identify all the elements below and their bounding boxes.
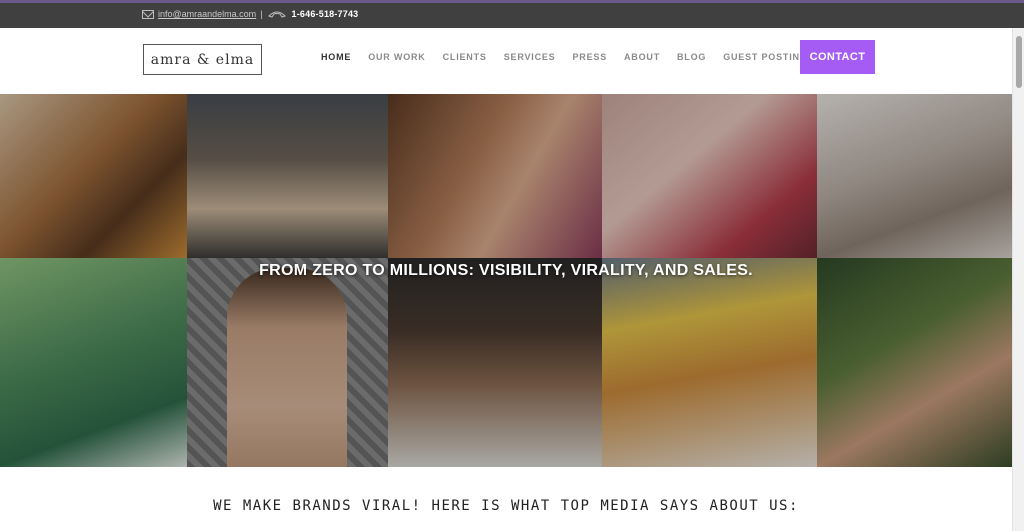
nav-blog[interactable]: BLOG bbox=[677, 52, 706, 62]
hero-title: FROM ZERO TO MILLIONS: VISIBILITY, VIRAL… bbox=[259, 262, 753, 279]
photo-woman-closeup bbox=[602, 94, 817, 258]
nav-clients[interactable]: CLIENTS bbox=[443, 52, 487, 62]
nav-press[interactable]: PRESS bbox=[572, 52, 607, 62]
contact-button[interactable]: CONTACT bbox=[800, 40, 875, 74]
photo-tennis-player bbox=[0, 258, 187, 467]
scrollbar-thumb[interactable] bbox=[1016, 36, 1022, 88]
site-header: amra & elma HOME OUR WORK CLIENTS SERVIC… bbox=[0, 28, 1012, 94]
main-nav: HOME OUR WORK CLIENTS SERVICES PRESS ABO… bbox=[321, 52, 825, 62]
photo-man-hat bbox=[388, 258, 602, 467]
photo-fashion-duo bbox=[0, 94, 187, 258]
nav-about[interactable]: ABOUT bbox=[624, 52, 660, 62]
nav-home[interactable]: HOME bbox=[321, 52, 351, 62]
photo-woman-lipgloss bbox=[388, 94, 602, 258]
phone-number[interactable]: 1-646-518-7743 bbox=[292, 9, 359, 19]
nav-our-work[interactable]: OUR WORK bbox=[368, 52, 425, 62]
page-scrollbar[interactable] bbox=[1012, 28, 1024, 531]
nav-services[interactable]: SERVICES bbox=[504, 52, 556, 62]
nav-guest-posting[interactable]: GUEST POSTING bbox=[723, 52, 807, 62]
email-link[interactable]: info@amraandelma.com bbox=[158, 9, 256, 19]
photo-power-up-products bbox=[602, 258, 817, 467]
photo-man-suit bbox=[187, 94, 388, 258]
top-contact-bar: info@amraandelma.com | 1-646-518-7743 bbox=[0, 0, 1024, 28]
contact-info: info@amraandelma.com | 1-646-518-7743 bbox=[142, 9, 358, 19]
mail-icon bbox=[142, 9, 154, 19]
photo-woman-skincare bbox=[817, 258, 1012, 467]
hero-collage: FROM ZERO TO MILLIONS: VISIBILITY, VIRAL… bbox=[0, 94, 1012, 467]
site-logo[interactable]: amra & elma bbox=[143, 44, 262, 75]
photo-woman-chocolate bbox=[817, 94, 1012, 258]
media-section-heading: WE MAKE BRANDS VIRAL! HERE IS WHAT TOP M… bbox=[213, 498, 799, 514]
photo-woman-fence bbox=[187, 258, 388, 467]
separator: | bbox=[260, 9, 263, 19]
phone-icon bbox=[267, 11, 286, 18]
